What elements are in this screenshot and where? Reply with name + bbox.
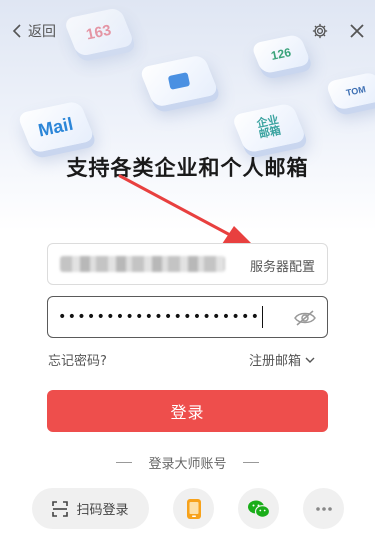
register-mailbox-dropdown[interactable]: 注册邮箱 — [249, 350, 315, 369]
qiye-card-label: 企业邮箱 — [255, 113, 283, 142]
account-field[interactable]: 服务器配置 — [47, 243, 328, 285]
126-card: 126 — [250, 33, 312, 75]
login-window: 返回 163 126 TOM Mail 企业邮箱 支持各类企业和个人邮箱 服务器… — [0, 0, 375, 550]
tom-card-label: TOM — [345, 84, 367, 98]
qiye-card: 企业邮箱 — [231, 102, 307, 154]
login-button[interactable]: 登录 — [47, 390, 328, 432]
text-caret — [262, 306, 264, 328]
forgot-password-link[interactable]: 忘记密码? — [48, 350, 107, 369]
mail-envelope-card — [138, 54, 220, 108]
tom-card: TOM — [324, 71, 375, 111]
password-value: ••••••••••••••••••••• — [58, 309, 261, 325]
divider-line — [242, 462, 259, 463]
scan-login-button[interactable]: 扫码登录 — [32, 488, 149, 529]
chevron-left-icon — [12, 24, 21, 38]
password-field[interactable]: ••••••••••••••••••••• — [47, 296, 328, 338]
server-config-link[interactable]: 服务器配置 — [250, 256, 315, 275]
163-card-label: 163 — [84, 21, 114, 43]
more-options-button[interactable] — [303, 488, 344, 529]
phone-login-button[interactable] — [173, 488, 214, 529]
163-card: 163 — [63, 7, 135, 57]
divider-line — [116, 462, 133, 463]
mail-card-label: Mail — [36, 113, 76, 140]
master-login-divider: 登录大师账号 — [0, 453, 375, 472]
eye-off-icon — [294, 310, 316, 326]
register-label: 注册邮箱 — [249, 354, 302, 369]
close-button[interactable] — [346, 20, 368, 42]
chevron-down-icon — [305, 357, 315, 363]
envelope-icon — [167, 72, 191, 90]
master-login-link[interactable]: 登录大师账号 — [148, 453, 226, 472]
scan-icon — [52, 500, 69, 517]
settings-button[interactable] — [309, 20, 331, 42]
gear-icon — [312, 23, 328, 39]
password-visibility-toggle[interactable] — [293, 306, 317, 330]
page-title: 支持各类企业和个人邮箱 — [66, 156, 309, 180]
wechat-icon — [247, 500, 270, 518]
back-label: 返回 — [28, 24, 56, 40]
back-button[interactable]: 返回 — [12, 20, 56, 42]
126-card-label: 126 — [269, 45, 293, 63]
close-icon — [350, 24, 364, 38]
mail-card: Mail — [16, 100, 96, 154]
more-icon — [315, 506, 332, 511]
scan-login-label: 扫码登录 — [76, 503, 129, 518]
wechat-login-button[interactable] — [238, 488, 279, 529]
account-value-redacted — [60, 256, 225, 272]
phone-icon — [186, 498, 201, 519]
